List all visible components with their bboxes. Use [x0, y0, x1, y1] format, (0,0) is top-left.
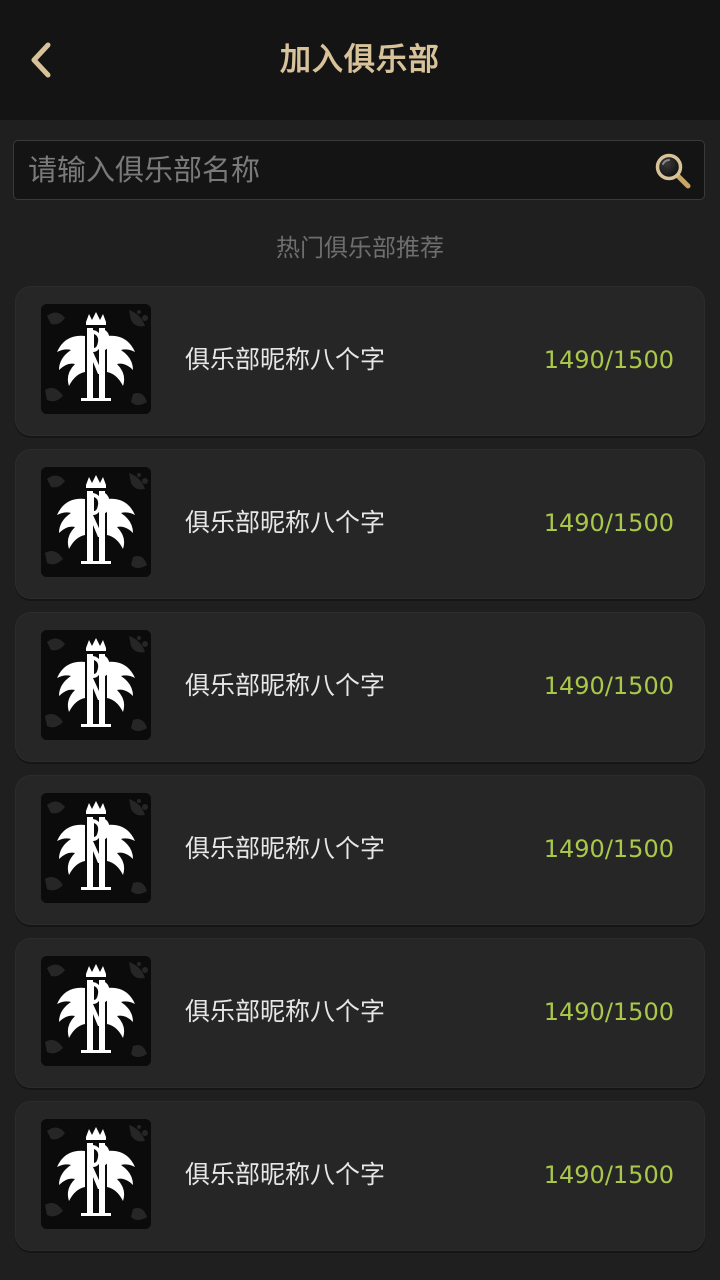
- club-list-item[interactable]: 俱乐部昵称八个字 1490/1500: [15, 938, 705, 1088]
- club-name: 俱乐部昵称八个字: [185, 1160, 386, 1189]
- magnifier-icon[interactable]: [654, 152, 692, 190]
- club-member-count: 1490/1500: [543, 835, 674, 863]
- club-logo: [41, 304, 151, 414]
- club-name: 俱乐部昵称八个字: [185, 508, 386, 537]
- club-logo: [41, 630, 151, 740]
- club-name: 俱乐部昵称八个字: [185, 671, 386, 700]
- club-logo: [41, 793, 151, 903]
- crest-logo-icon: [41, 630, 151, 740]
- page-title: 加入俱乐部: [280, 42, 440, 78]
- club-logo: [41, 1119, 151, 1229]
- club-list: 俱乐部昵称八个字 1490/1500 俱乐部昵称八个字 1490/1500 俱乐…: [15, 286, 705, 1264]
- crest-logo-icon: [41, 304, 151, 414]
- club-member-count: 1490/1500: [543, 672, 674, 700]
- crest-logo-icon: [41, 793, 151, 903]
- crest-logo-icon: [41, 467, 151, 577]
- club-list-item[interactable]: 俱乐部昵称八个字 1490/1500: [15, 449, 705, 599]
- crest-logo-icon: [41, 956, 151, 1066]
- club-list-item[interactable]: 俱乐部昵称八个字 1490/1500: [15, 775, 705, 925]
- club-list-item[interactable]: 俱乐部昵称八个字 1490/1500: [15, 286, 705, 436]
- club-name: 俱乐部昵称八个字: [185, 345, 386, 374]
- section-title: 热门俱乐部推荐: [276, 234, 444, 262]
- club-logo: [41, 956, 151, 1066]
- crest-logo-icon: [41, 1119, 151, 1229]
- search-bar: [13, 140, 705, 200]
- club-member-count: 1490/1500: [543, 1161, 674, 1189]
- club-member-count: 1490/1500: [543, 998, 674, 1026]
- search-input[interactable]: [28, 141, 638, 199]
- club-name: 俱乐部昵称八个字: [185, 997, 386, 1026]
- club-list-item[interactable]: 俱乐部昵称八个字 1490/1500: [15, 612, 705, 762]
- club-logo: [41, 467, 151, 577]
- club-name: 俱乐部昵称八个字: [185, 834, 386, 863]
- club-member-count: 1490/1500: [543, 346, 674, 374]
- club-member-count: 1490/1500: [543, 509, 674, 537]
- header-bar: 加入俱乐部: [0, 0, 720, 120]
- club-list-item[interactable]: 俱乐部昵称八个字 1490/1500: [15, 1101, 705, 1251]
